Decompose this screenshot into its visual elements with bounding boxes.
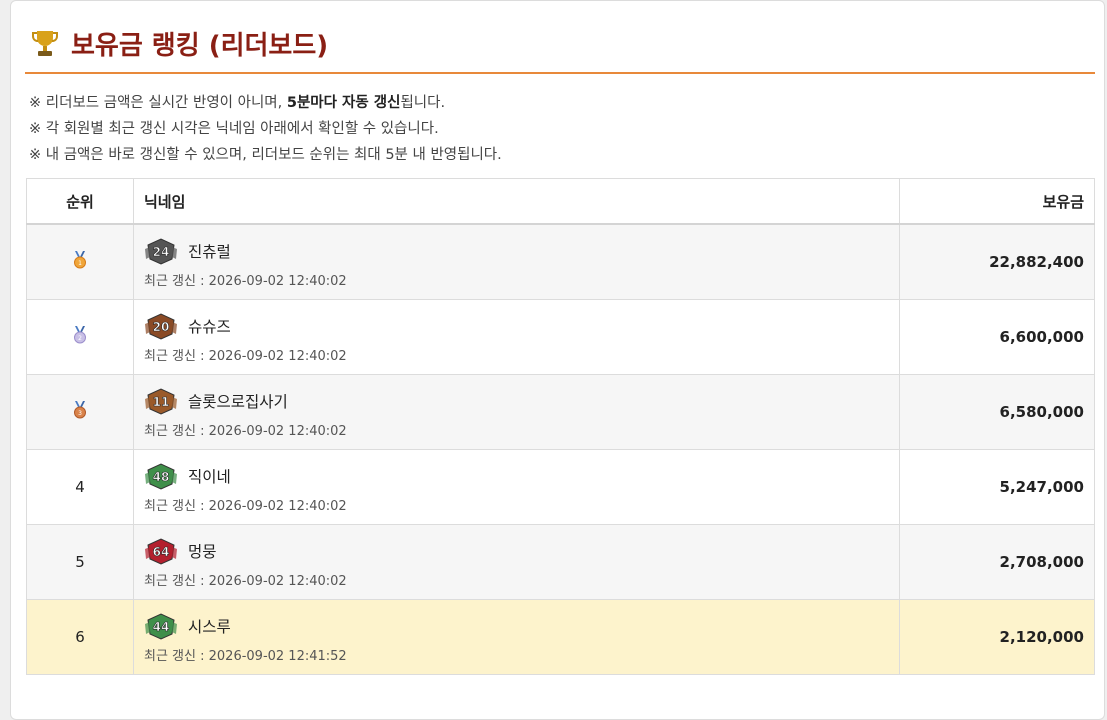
nickname-cell: 64 멍뭉최근 갱신 : 2026-09-02 12:40:02 <box>133 524 900 600</box>
updated-time: 2026-09-02 12:40:02 <box>208 423 347 439</box>
svg-text:2: 2 <box>78 335 82 342</box>
rank-number: 4 <box>75 478 85 496</box>
nickname-cell: 20 슈슈즈최근 갱신 : 2026-09-02 12:40:02 <box>133 299 900 375</box>
updated-time: 2026-09-02 12:41:52 <box>208 648 347 664</box>
title-divider <box>25 72 1095 74</box>
nickname[interactable]: 직이네 <box>188 465 231 487</box>
amount-cell: 6,600,000 <box>899 299 1095 375</box>
updated-prefix: 최근 갱신 : <box>144 648 209 664</box>
nickname-line: 11 슬롯으로집사기 <box>144 386 889 416</box>
table-row: 4 48 직이네최근 갱신 : 2026-09-02 12:40:02 5,247,0… <box>26 449 1095 525</box>
nickname-cell: 44 시스루최근 갱신 : 2026-09-02 12:41:52 <box>133 599 900 675</box>
amount-cell: 2,120,000 <box>899 599 1095 675</box>
rank-number: 5 <box>75 553 85 571</box>
rank-cell: 3 <box>26 374 134 450</box>
notice-item: ※ 각 회원별 최근 갱신 시각은 닉네임 아래에서 확인할 수 있습니다. <box>29 121 439 137</box>
level-badge-icon: 48 <box>145 462 177 490</box>
table-row: 6 44 시스루최근 갱신 : 2026-09-02 12:41:52 2,120,0… <box>26 599 1095 675</box>
nickname-cell: 24 진츄럴최근 갱신 : 2026-09-02 12:40:02 <box>133 223 900 300</box>
level-badge-icon: 24 <box>145 237 177 265</box>
nickname[interactable]: 시스루 <box>188 615 231 637</box>
rank-number: 6 <box>75 628 85 646</box>
level-badge-icon: 44 <box>145 612 177 640</box>
last-updated: 최근 갱신 : 2026-09-02 12:41:52 <box>144 645 889 664</box>
level-badge-icon: 20 <box>145 312 177 340</box>
nickname-line: 44 시스루 <box>144 611 889 641</box>
nickname-line: 24 진츄럴 <box>144 236 889 266</box>
header-nickname: 닉네임 <box>133 178 900 225</box>
table-row: 1 24 진츄럴최근 갱신 : 2026-09-02 12:40:02 22,882,… <box>26 223 1095 300</box>
updated-time: 2026-09-02 12:40:02 <box>208 498 347 514</box>
rank-cell: 5 <box>26 524 134 600</box>
notice-item: ※ 내 금액은 바로 갱신할 수 있으며, 리더보드 순위는 최대 5분 내 반… <box>29 147 502 163</box>
updated-prefix: 최근 갱신 : <box>144 273 209 289</box>
table-row: 3 11 슬롯으로집사기최근 갱신 : 2026-09-02 12:40:02 6,5… <box>26 374 1095 450</box>
updated-time: 2026-09-02 12:40:02 <box>208 273 347 289</box>
leaderboard-body: 1 24 진츄럴 최근 갱신 : 2026-09-02 12:40:02 22,882,… <box>26 223 1095 675</box>
nickname-line: 48 직이네 <box>144 461 889 491</box>
header-amount: 보유금 <box>899 178 1095 225</box>
trophy-icon <box>32 31 58 56</box>
last-updated: 최근 갱신 : 2026-09-02 12:40:02 <box>144 420 889 439</box>
nickname-line: 64 멍뭉 <box>144 536 889 566</box>
nickname[interactable]: 멍뭉 <box>188 540 217 562</box>
rank-cell: 6 <box>26 599 134 675</box>
updated-time: 2026-09-02 12:40:02 <box>208 348 347 364</box>
last-updated: 최근 갱신 : 2026-09-02 12:40:02 <box>144 345 889 364</box>
svg-text:44: 44 <box>153 620 170 634</box>
svg-text:48: 48 <box>153 470 170 484</box>
table-row: 5 64 멍뭉최근 갱신 : 2026-09-02 12:40:02 2,708,00… <box>26 524 1095 600</box>
updated-prefix: 최근 갱신 : <box>144 573 209 589</box>
rank-cell: 1 <box>26 223 134 300</box>
nickname[interactable]: 진츄럴 <box>188 240 231 262</box>
svg-text:20: 20 <box>153 320 170 334</box>
amount-cell: 6,580,000 <box>899 374 1095 450</box>
updated-time: 2026-09-02 12:40:02 <box>208 573 347 589</box>
header-rank: 순위 <box>26 178 134 225</box>
updated-prefix: 최근 갱신 : <box>144 423 209 439</box>
updated-prefix: 최근 갱신 : <box>144 348 209 364</box>
amount-cell: 5,247,000 <box>899 449 1095 525</box>
svg-text:3: 3 <box>78 410 82 417</box>
level-badge-icon: 64 <box>145 537 177 565</box>
title-row: 보유금 랭킹 (리더보드) <box>31 25 328 61</box>
page-title: 보유금 랭킹 (리더보드) <box>71 30 329 61</box>
svg-text:11: 11 <box>153 395 170 409</box>
level-badge-icon: 11 <box>145 387 177 415</box>
svg-text:64: 64 <box>153 545 170 559</box>
nickname-cell: 11 슬롯으로집사기최근 갱신 : 2026-09-02 12:40:02 <box>133 374 900 450</box>
notice-list: ※ 리더보드 금액은 실시간 반영이 아니며, 5분마다 자동 갱신됩니다. ※… <box>29 90 502 168</box>
leaderboard-panel: 보유금 랭킹 (리더보드) ※ 리더보드 금액은 실시간 반영이 아니며, 5분… <box>10 0 1105 720</box>
nickname[interactable]: 슬롯으로집사기 <box>188 390 288 412</box>
svg-text:1: 1 <box>78 260 82 267</box>
updated-prefix: 최근 갱신 : <box>144 498 209 514</box>
leaderboard-table: 순위 닉네임 보유금 1 24 진츄럴 최근 갱신 : 2026-09-02 12:4… <box>26 178 1095 675</box>
bronze-medal-icon: 3 <box>74 401 86 419</box>
svg-text:24: 24 <box>153 245 170 259</box>
silver-medal-icon: 2 <box>74 326 86 344</box>
rank-cell: 2 <box>26 299 134 375</box>
table-header-row: 순위 닉네임 보유금 <box>26 178 1095 225</box>
rank-cell: 4 <box>26 449 134 525</box>
last-updated: 최근 갱신 : 2026-09-02 12:40:02 <box>144 570 889 589</box>
amount-cell: 2,708,000 <box>899 524 1095 600</box>
amount-cell: 22,882,400 <box>899 223 1095 300</box>
nickname-line: 20 슈슈즈 <box>144 311 889 341</box>
nickname-cell: 48 직이네최근 갱신 : 2026-09-02 12:40:02 <box>133 449 900 525</box>
notice-item: ※ 리더보드 금액은 실시간 반영이 아니며, 5분마다 자동 갱신됩니다. <box>29 95 446 111</box>
last-updated: 최근 갱신 : 2026-09-02 12:40:02 <box>144 270 889 289</box>
nickname[interactable]: 슈슈즈 <box>188 315 231 337</box>
last-updated: 최근 갱신 : 2026-09-02 12:40:02 <box>144 495 889 514</box>
gold-medal-icon: 1 <box>74 251 86 269</box>
table-row: 2 20 슈슈즈최근 갱신 : 2026-09-02 12:40:02 6,600,0… <box>26 299 1095 375</box>
